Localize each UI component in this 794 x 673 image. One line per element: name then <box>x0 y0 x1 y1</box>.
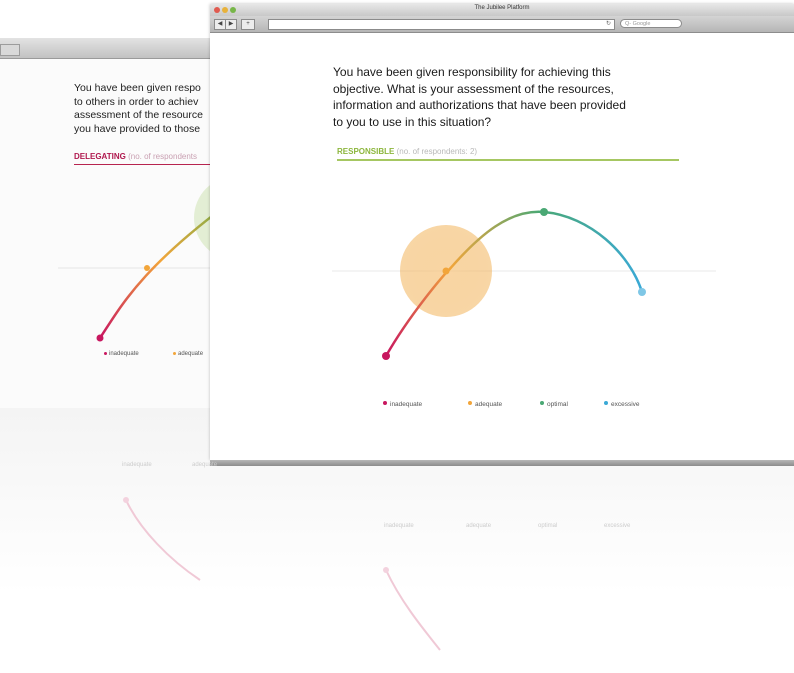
back-legend-inadequate: inadequate <box>104 351 139 357</box>
back-point-adequate <box>144 265 150 271</box>
reflection-main-legend-1: inadequate <box>384 523 414 529</box>
legend-dot-icon <box>383 401 387 405</box>
legend-dot-icon <box>604 401 608 405</box>
legend-dot-icon <box>104 352 107 355</box>
legend-dot-icon <box>173 352 176 355</box>
reflection-main-legend-4: excessive <box>604 523 631 529</box>
main-browser-window[interactable]: The Jubilee Platform ◀ ▶ + ↻ Q- Google Y… <box>210 4 794 460</box>
point-optimal[interactable] <box>540 208 548 216</box>
point-excessive[interactable] <box>638 288 646 296</box>
reflection-back-legend-1: inadequate <box>122 462 152 468</box>
assessment-chart <box>332 208 716 360</box>
legend-excessive: excessive <box>604 401 640 408</box>
legend-inadequate: inadequate <box>383 401 422 408</box>
legend-dot-icon <box>540 401 544 405</box>
reflection-main-legend-3: optimal <box>538 523 558 529</box>
point-adequate[interactable] <box>442 267 450 275</box>
main-window-bottom-edge <box>210 460 794 466</box>
legend-dot-icon <box>468 401 472 405</box>
legend-adequate: adequate <box>468 401 502 408</box>
back-browser-window[interactable]: You have been given respo to others in o… <box>0 38 236 408</box>
back-legend-adequate: adequate <box>173 351 203 357</box>
reflection-back-legend-2: adequate <box>192 462 218 468</box>
legend-optimal: optimal <box>540 401 568 408</box>
point-inadequate[interactable] <box>382 352 390 360</box>
reflection-main-legend-2: adequate <box>466 523 492 529</box>
back-point-inadequate <box>96 334 104 342</box>
